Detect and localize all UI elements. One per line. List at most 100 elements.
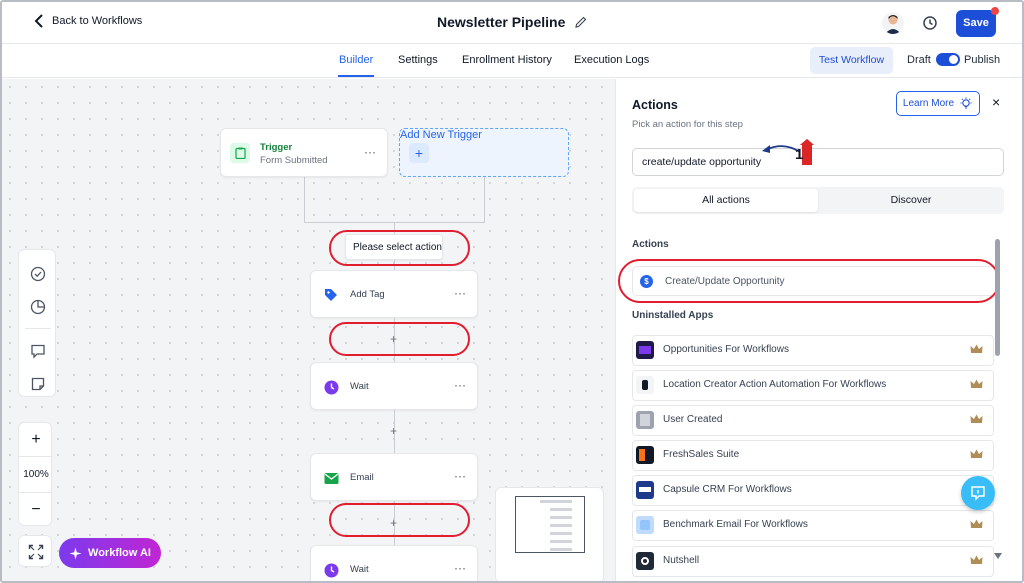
back-to-workflows-link[interactable]: Back to Workflows bbox=[34, 14, 142, 28]
connector-line bbox=[484, 177, 485, 223]
app-logo-icon bbox=[636, 411, 654, 429]
learn-more-button[interactable]: Learn More bbox=[896, 91, 980, 116]
segment-all-actions[interactable]: All actions bbox=[634, 189, 818, 212]
test-workflow-button[interactable]: Test Workflow bbox=[810, 47, 893, 74]
app-name: Opportunities For Workflows bbox=[663, 344, 789, 355]
publish-toggle[interactable] bbox=[936, 53, 960, 66]
zoom-out-button[interactable]: − bbox=[19, 501, 53, 519]
workflow-ai-label: Workflow AI bbox=[88, 547, 151, 559]
sticky-note-icon[interactable] bbox=[30, 376, 46, 392]
workflow-ai-button[interactable]: Workflow AI bbox=[59, 538, 161, 568]
zoom-in-button[interactable]: + bbox=[19, 431, 53, 449]
expand-icon bbox=[28, 544, 44, 560]
app-logo-icon bbox=[636, 446, 654, 464]
trigger-card[interactable]: Trigger Form Submitted ⋯ bbox=[220, 128, 388, 177]
fit-view-button[interactable] bbox=[18, 535, 52, 567]
app-list-item[interactable]: User Created bbox=[632, 405, 994, 436]
help-chat-button[interactable] bbox=[961, 476, 995, 510]
app-list-item[interactable]: Nutshell bbox=[632, 546, 994, 577]
zoom-level: 100% bbox=[23, 469, 49, 480]
save-button[interactable]: Save bbox=[956, 10, 996, 37]
minimap-node bbox=[550, 524, 572, 527]
app-list-item[interactable]: Location Creator Action Automation For W… bbox=[632, 370, 994, 401]
minimap-node bbox=[550, 532, 572, 535]
step-card-email[interactable]: Email ⋯ bbox=[310, 453, 478, 501]
app-name: Capsule CRM For Workflows bbox=[663, 484, 792, 495]
app-logo-icon bbox=[636, 516, 654, 534]
close-panel-button[interactable]: × bbox=[992, 94, 1000, 110]
add-trigger-button[interactable]: + Add New Trigger bbox=[399, 128, 569, 177]
actions-section-header: Actions bbox=[632, 239, 669, 250]
divider bbox=[25, 328, 51, 329]
app-list-item[interactable]: Capsule CRM For Workflows bbox=[632, 475, 994, 506]
step-label: Add Tag bbox=[350, 289, 385, 300]
more-options-icon[interactable]: ⋯ bbox=[454, 378, 467, 392]
pie-chart-icon[interactable] bbox=[30, 299, 46, 315]
add-step-plus[interactable]: + bbox=[390, 424, 397, 438]
email-icon bbox=[321, 468, 341, 488]
tab-bar: Builder Settings Enrollment History Exec… bbox=[2, 44, 1022, 78]
divider bbox=[19, 492, 53, 493]
crown-icon bbox=[970, 379, 983, 388]
highlight-oval bbox=[329, 322, 470, 356]
app-name: User Created bbox=[663, 414, 723, 425]
crown-icon bbox=[970, 519, 983, 528]
page-title: Newsletter Pipeline bbox=[437, 14, 566, 30]
lightbulb-icon bbox=[960, 97, 972, 109]
minimap[interactable] bbox=[495, 487, 604, 581]
step-label: Wait bbox=[350, 381, 369, 392]
step-card-wait[interactable]: Wait ⋯ bbox=[310, 545, 478, 581]
check-circle-icon[interactable] bbox=[30, 266, 46, 282]
highlight-oval bbox=[329, 230, 470, 266]
minimap-node bbox=[550, 508, 572, 511]
app-name: Benchmark Email For Workflows bbox=[663, 519, 808, 530]
plus-icon: + bbox=[409, 143, 429, 163]
app-name: Location Creator Action Automation For W… bbox=[663, 379, 887, 390]
step-card-wait[interactable]: Wait ⋯ bbox=[310, 362, 478, 410]
minimap-node bbox=[550, 548, 572, 551]
more-options-icon[interactable]: ⋯ bbox=[454, 286, 467, 300]
step-label: Email bbox=[350, 472, 374, 483]
app-window: Back to Workflows Newsletter Pipeline Sa… bbox=[0, 0, 1024, 583]
tab-builder[interactable]: Builder bbox=[339, 54, 373, 66]
publish-label: Publish bbox=[964, 54, 1001, 66]
step-card-add-tag[interactable]: Add Tag ⋯ bbox=[310, 270, 478, 318]
minimap-node bbox=[540, 500, 572, 503]
scrollbar-thumb[interactable] bbox=[995, 239, 1000, 356]
panel-subtitle: Pick an action for this step bbox=[632, 119, 743, 130]
minimap-node bbox=[550, 540, 572, 543]
draft-label: Draft bbox=[907, 54, 931, 66]
app-logo-icon bbox=[636, 552, 654, 570]
app-list-item[interactable]: FreshSales Suite bbox=[632, 440, 994, 471]
highlight-oval bbox=[329, 503, 470, 537]
chevron-left-icon bbox=[34, 14, 43, 28]
action-type-segment: All actions Discover bbox=[632, 187, 1004, 214]
add-trigger-label: Add New Trigger bbox=[400, 129, 482, 141]
more-options-icon[interactable]: ⋯ bbox=[454, 561, 467, 575]
clock-icon bbox=[321, 377, 341, 397]
active-tab-indicator bbox=[338, 75, 374, 77]
app-name: FreshSales Suite bbox=[663, 449, 740, 460]
segment-discover[interactable]: Discover bbox=[820, 189, 1002, 212]
app-list-item[interactable]: Opportunities For Workflows bbox=[632, 335, 994, 366]
pencil-icon[interactable] bbox=[575, 16, 587, 28]
uninstalled-section-header: Uninstalled Apps bbox=[632, 310, 714, 321]
workflow-canvas[interactable]: Trigger Form Submitted ⋯ + Add New Trigg… bbox=[2, 79, 615, 581]
more-options-icon[interactable]: ⋯ bbox=[364, 145, 377, 159]
crown-icon bbox=[970, 344, 983, 353]
crown-icon bbox=[970, 449, 983, 458]
tab-execution-logs[interactable]: Execution Logs bbox=[574, 54, 649, 66]
unsaved-indicator bbox=[991, 7, 999, 15]
connector-line bbox=[304, 177, 305, 223]
avatar[interactable] bbox=[882, 12, 904, 34]
more-options-icon[interactable]: ⋯ bbox=[454, 469, 467, 483]
app-list-item[interactable]: Benchmark Email For Workflows bbox=[632, 510, 994, 541]
comment-icon[interactable] bbox=[30, 343, 46, 359]
history-icon[interactable] bbox=[922, 15, 938, 31]
minimap-node bbox=[550, 516, 572, 519]
scroll-down-icon[interactable] bbox=[994, 553, 1002, 559]
annotation-arrow bbox=[762, 139, 814, 165]
tab-settings[interactable]: Settings bbox=[398, 54, 438, 66]
tab-enrollment-history[interactable]: Enrollment History bbox=[462, 54, 552, 66]
crown-icon bbox=[970, 414, 983, 423]
